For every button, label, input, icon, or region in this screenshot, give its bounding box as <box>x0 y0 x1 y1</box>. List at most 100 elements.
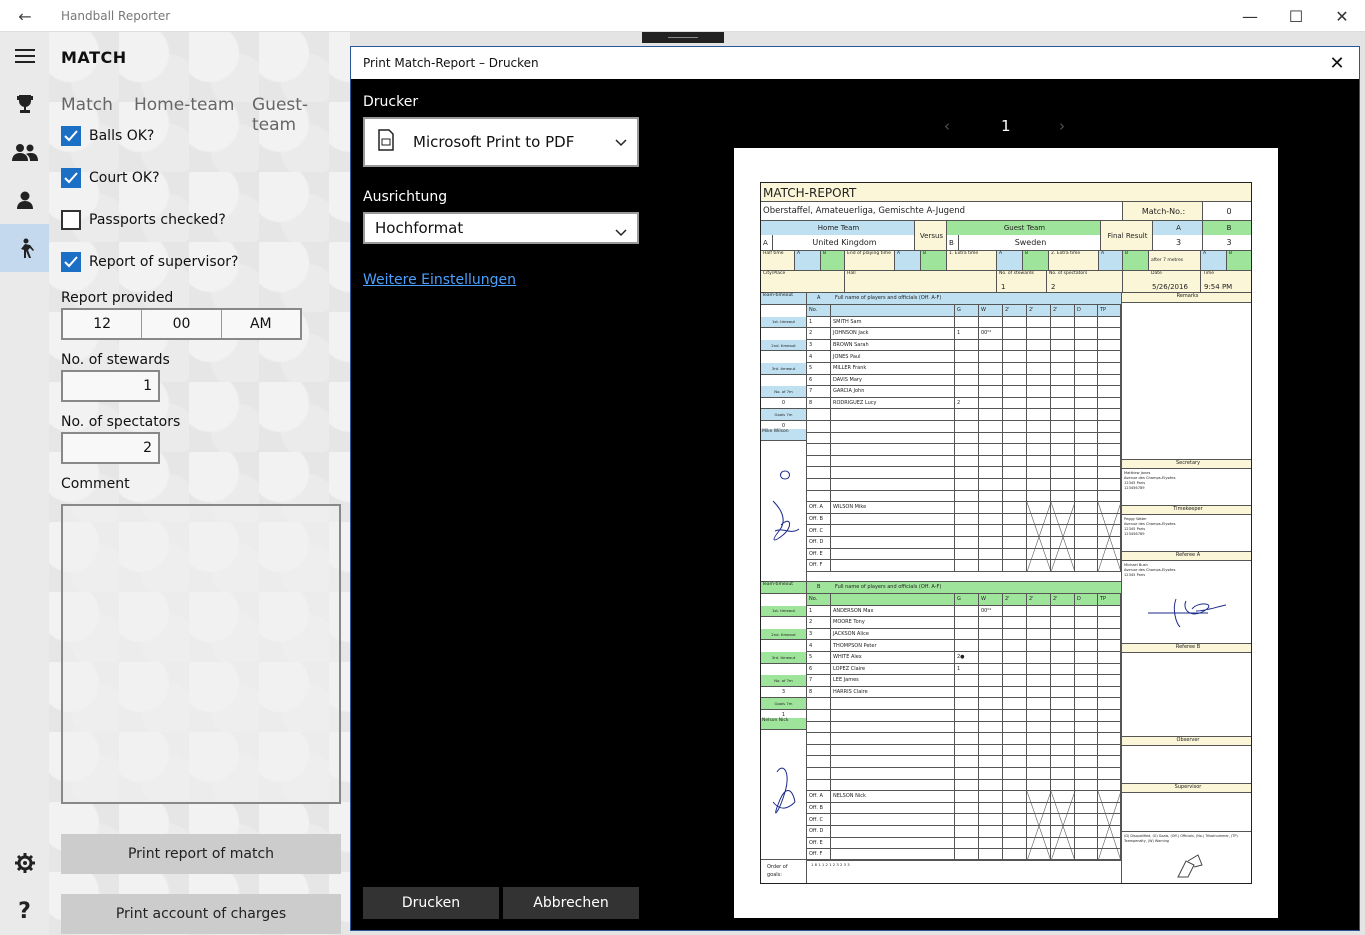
comment-textarea[interactable] <box>61 504 341 804</box>
observer-label: Observer <box>1122 736 1251 746</box>
timeout-value: 3 <box>761 687 806 699</box>
date-value: 5/26/2016 <box>1152 283 1188 291</box>
result-side-b: B <box>1203 221 1251 235</box>
more-settings-link[interactable]: Weitere Einstellungen <box>363 272 516 288</box>
referee-b-label: Referee B <box>1122 643 1251 653</box>
checkmark-icon <box>61 168 81 188</box>
extra2-label: 2. Extra time <box>1049 251 1099 270</box>
tab-match[interactable]: Match <box>61 95 113 115</box>
print-report-button[interactable]: Print report of match <box>61 834 341 874</box>
timeout-label: 2nd. timeout <box>761 339 806 352</box>
checkbox-label: Passports checked? <box>89 212 226 228</box>
passports-checked-checkbox[interactable]: Passports checked? <box>61 210 226 230</box>
team-a-timeout-label: Team-timeout <box>761 293 806 305</box>
referee-icon[interactable] <box>0 224 49 272</box>
hour-field[interactable]: 12 <box>63 310 143 338</box>
sidebar: ? <box>0 32 49 935</box>
minute-field[interactable]: 00 <box>142 310 222 338</box>
hamburger-menu-icon[interactable] <box>0 32 49 80</box>
close-dialog-icon[interactable]: ✕ <box>1325 51 1349 75</box>
checkbox-label: Report of supervisor? <box>89 254 239 270</box>
empty-checkbox-icon <box>61 210 81 230</box>
match-report-sheet: MATCH-REPORT Oberstaffel, Amateuerliga, … <box>760 182 1252 884</box>
print-charges-button[interactable]: Print account of charges <box>61 894 341 934</box>
timekeeper-label: Timekeeper <box>1122 505 1251 515</box>
team-b-signature-icon <box>772 767 796 814</box>
timeout-label: Goals 7m <box>761 409 806 421</box>
guest-team-label: Guest Team <box>947 221 1101 235</box>
timeout-label: No. of 7m <box>761 675 806 687</box>
chevron-down-icon <box>615 133 627 151</box>
team-a-signature-icon <box>772 470 800 541</box>
report-of-supervisor-checkbox[interactable]: Report of supervisor? <box>61 252 238 272</box>
order-of-goals-value: 1 8 1 1 2 1 2 3 2 3 3 <box>811 862 850 867</box>
print-button[interactable]: Drucken <box>363 887 499 919</box>
orientation-select[interactable]: Hochformat <box>363 212 639 244</box>
crossed-cells-marks <box>1026 502 1121 572</box>
time-value: 9:54 PM <box>1204 283 1233 291</box>
court-ok-checkbox[interactable]: Court OK? <box>61 168 160 188</box>
final-result-label: Final Result <box>1101 221 1153 250</box>
referee-a-label: Referee A <box>1122 551 1251 561</box>
crossed-cells-marks <box>1026 791 1121 861</box>
report-provided-time-picker[interactable]: 12 00 AM <box>61 308 302 340</box>
score-b: 3 <box>1226 238 1232 247</box>
next-page-icon[interactable]: › <box>1059 117 1065 135</box>
order-of-goals-label: Order of goals: <box>761 860 807 883</box>
half-time-a: A <box>795 251 821 270</box>
printer-icon <box>377 129 399 155</box>
secretary-label: Secretary <box>1122 459 1251 469</box>
place-row: City/Place Hall No. of stewards No. of s… <box>761 271 1251 293</box>
maximize-icon[interactable]: ☐ <box>1273 4 1319 28</box>
match-panel: MATCH Match Home-team Guest-team Balls O… <box>49 32 350 935</box>
team-icon[interactable] <box>0 128 49 176</box>
spectators-count-label: No. of spectators <box>1047 271 1123 292</box>
order-of-goals-row: Order of goals: 1 8 1 1 2 1 2 3 2 3 3 <box>761 859 1121 883</box>
close-window-icon[interactable]: ✕ <box>1319 4 1365 28</box>
minimize-icon[interactable]: — <box>1227 4 1273 28</box>
stewards-input[interactable]: 1 <box>61 370 160 402</box>
settings-gear-icon[interactable] <box>0 839 49 887</box>
back-arrow-icon[interactable]: ← <box>13 4 37 28</box>
end-label: End of playing time <box>845 251 895 270</box>
report-title: MATCH-REPORT <box>763 185 857 200</box>
help-icon[interactable]: ? <box>0 887 49 935</box>
city-label: City/Place <box>761 271 845 292</box>
balls-ok-checkbox[interactable]: Balls OK? <box>61 126 154 146</box>
tab-home-team[interactable]: Home-team <box>134 95 234 115</box>
tab-guest-team[interactable]: Guest-team <box>252 95 350 135</box>
previous-page-icon[interactable]: ‹ <box>944 117 950 135</box>
timeout-label: 3rd. timeout <box>761 652 806 664</box>
page-title: MATCH <box>61 48 127 67</box>
score-a: 3 <box>1153 235 1203 250</box>
trophy-icon[interactable] <box>0 80 49 128</box>
person-icon[interactable] <box>0 176 49 224</box>
cancel-button[interactable]: Abbrechen <box>503 887 639 919</box>
legend-text: (D) Disqualified, (G) Goals, (Off.) Offi… <box>1122 831 1251 845</box>
checkmark-icon <box>61 252 81 272</box>
spectators-count-value: 2 <box>1051 283 1056 291</box>
team-b-official-label: Nelson Nick <box>761 718 806 730</box>
extra1-b: B <box>1023 251 1049 270</box>
spectators-input[interactable]: 2 <box>61 432 160 464</box>
report-title-row: MATCH-REPORT <box>761 183 1251 202</box>
spectators-label: No. of spectators <box>61 414 181 430</box>
timeout-value: 0 <box>761 398 806 410</box>
referee-a-signature-icon <box>1148 598 1227 628</box>
drag-handle[interactable] <box>642 32 724 43</box>
app-window: ← Handball Reporter — ☐ ✕ ? MATCH Match … <box>0 0 1365 935</box>
teams-row: Home Team A United Kingdom Versus Guest … <box>761 221 1251 251</box>
stewards-count-value: 1 <box>1001 283 1006 291</box>
team-a-official-label: Mike Wilson <box>761 429 806 441</box>
handball-logo-icon <box>1177 854 1203 878</box>
match-no-value: 0 <box>1226 206 1232 216</box>
supervisor-label: Supervisor <box>1122 783 1251 793</box>
printer-select[interactable]: Microsoft Print to PDF <box>363 117 639 167</box>
home-team-label: Home Team <box>761 221 915 235</box>
ampm-field[interactable]: AM <box>222 310 300 338</box>
timeout-label: No. of 7m <box>761 386 806 398</box>
print-preview-page: MATCH-REPORT Oberstaffel, Amateuerliga, … <box>734 148 1278 918</box>
extra2-b: B <box>1123 251 1149 270</box>
timeout-label: 1st. timeout <box>761 605 806 618</box>
timekeeper-text: Peggy Water Avenue des Champs-Elysées 12… <box>1124 517 1176 536</box>
